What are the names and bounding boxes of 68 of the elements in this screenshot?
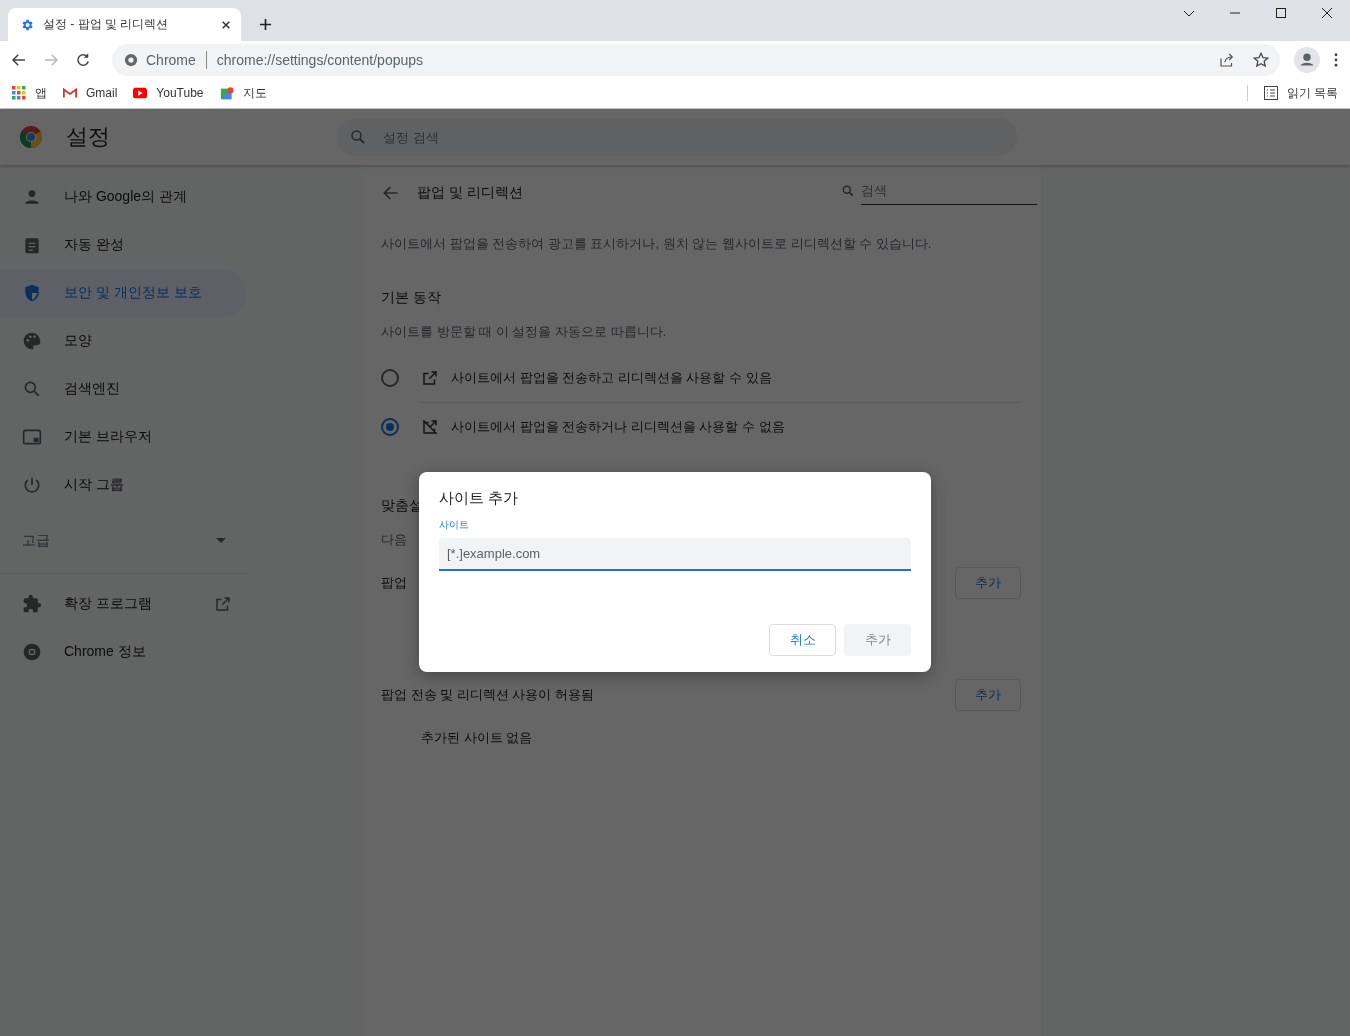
blocked-link-icon [421,417,439,436]
search-icon [22,379,42,399]
search-icon [841,184,855,198]
close-icon[interactable] [221,19,231,30]
chrome-logo-icon [22,642,42,662]
chrome-logo-icon [19,125,43,149]
browser-tab[interactable]: 설정 - 팝업 및 리디렉션 [8,8,241,41]
option-label: 사이트에서 팝업을 전송하고 리디렉션을 사용할 수 있음 [451,368,772,387]
dialog-title: 사이트 추가 [439,489,520,508]
new-tab-icon[interactable] [259,18,272,31]
list-heading: 팝업 [381,574,407,592]
puzzle-piece-icon [22,594,42,614]
menu-icon[interactable] [1334,52,1338,67]
palette-icon [22,331,42,351]
list-icon [1263,86,1278,100]
clipboard-icon [22,235,42,255]
sidebar-item[interactable]: 자동 완성 [0,221,246,269]
url-text: chrome://settings/content/popups [216,51,424,68]
caret-icon [216,538,226,544]
description-text: 사이트에서 팝업을 전송하여 광고를 표시하거나, 원치 않는 웹사이트로 리디렉션할 수 있습니다. [381,235,933,253]
sidebar-item[interactable]: 기본 브라우저 [0,413,246,461]
sidebar-item[interactable]: 나와 Google의 관계 [0,173,246,221]
section-heading: 기본 동작 [381,289,442,307]
map-pin-icon [219,86,234,100]
settings-title: 설정 [66,123,111,151]
bookmark-item[interactable]: Gmail [63,86,118,100]
power-icon [22,475,42,495]
sidebar-item[interactable]: 검색엔진 [0,365,246,413]
chrome-logo-icon [124,52,138,67]
mail-icon [63,86,77,100]
option-label: 사이트에서 팝업을 전송하거나 리디렉션을 사용할 수 없음 [451,417,785,436]
tab-title: 설정 - 팝업 및 리디렉션 [43,16,170,33]
field-label: 사이트 [439,518,470,532]
external-link-icon [214,595,232,613]
sidebar-item[interactable]: 보안 및 개인정보 보호 [0,269,246,317]
person-icon [22,187,42,207]
section-hint: 다음 [381,531,408,549]
sidebar-item[interactable]: 확장 프로그램 [0,580,246,628]
radio-button[interactable] [381,417,399,436]
list-heading: 팝업 전송 및 리디렉션 사용이 허용됨 [381,686,595,704]
add-button[interactable]: 추가 [955,679,1021,711]
play-icon [133,86,148,100]
sidebar-item[interactable]: 모양 [0,317,246,365]
bookmark-item[interactable]: 앱 [12,84,47,102]
radio-button[interactable] [381,368,399,387]
page-title: 팝업 및 리디렉션 [417,184,523,202]
apps-grid-icon [12,86,26,100]
close-icon[interactable] [1321,7,1333,19]
external-link-icon [421,368,439,387]
reading-list-button[interactable]: 읽기 목록 [1263,84,1338,102]
shield-icon [22,283,42,303]
address-bar[interactable]: Chrome chrome://settings/content/popups [112,43,1280,76]
profile-avatar-icon[interactable] [1294,46,1320,73]
star-icon[interactable] [1252,50,1270,69]
gear-icon [20,17,34,32]
bookmark-item[interactable]: 지도 [219,84,267,102]
sidebar-item[interactable]: 시작 그룹 [0,461,246,509]
empty-list-text: 추가된 사이트 없음 [421,729,534,747]
dialog-button[interactable]: 취소 [769,624,836,656]
maximize-icon[interactable] [1275,7,1287,19]
site-label: Chrome [146,51,196,68]
bookmark-item[interactable]: YouTube [133,86,204,100]
advanced-section-toggle[interactable]: 고급 [0,509,246,573]
section-hint: 사이트를 방문할 때 이 설정을 자동으로 따릅니다. [381,323,668,341]
add-button[interactable]: 추가 [955,567,1021,599]
site-input-field[interactable]: [*.]example.com [439,538,911,571]
browser-window-icon [22,427,42,447]
sidebar-item[interactable]: Chrome 정보 [0,628,246,676]
